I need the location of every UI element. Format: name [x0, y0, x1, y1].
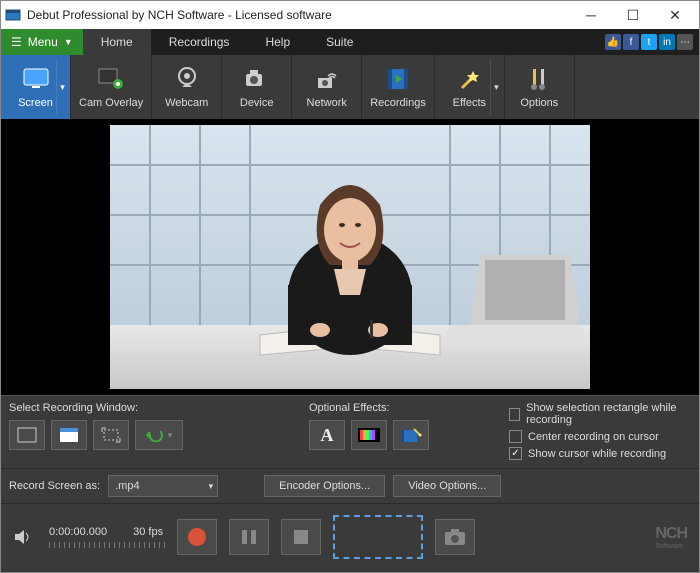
- tab-recordings[interactable]: Recordings: [151, 29, 248, 55]
- filter-effect-button[interactable]: [393, 420, 429, 450]
- fullscreen-button[interactable]: [9, 420, 45, 450]
- tool-network[interactable]: Network: [292, 55, 362, 119]
- chevron-down-icon: ▾: [168, 430, 173, 441]
- toolbar: Screen ▾ Cam Overlay Webcam Device Netwo…: [1, 55, 699, 119]
- tool-recordings[interactable]: Recordings: [362, 55, 435, 119]
- titlebar: Debut Professional by NCH Software - Lic…: [1, 1, 699, 29]
- menubar: ☰ Menu ▼ Home Recordings Help Suite 👍 f …: [1, 29, 699, 55]
- tool-options[interactable]: Options: [505, 55, 575, 119]
- app-icon: [5, 7, 21, 23]
- region-button[interactable]: [93, 420, 129, 450]
- webcam-icon: [173, 65, 201, 93]
- window-button[interactable]: [51, 420, 87, 450]
- chevron-down-icon: ▼: [64, 37, 73, 47]
- check-center-cursor[interactable]: Center recording on cursor: [509, 430, 691, 443]
- hamburger-icon: ☰: [11, 35, 22, 49]
- checkbox-icon: [509, 408, 520, 421]
- chevron-down-icon[interactable]: ▾: [490, 59, 502, 115]
- maximize-button[interactable]: ☐: [613, 3, 653, 27]
- thumbnail-slot-selected[interactable]: [333, 515, 423, 559]
- check-show-selection[interactable]: Show selection rectangle while recording: [509, 402, 691, 426]
- encoder-options-button[interactable]: Encoder Options...: [264, 475, 385, 497]
- menu-button[interactable]: ☰ Menu ▼: [1, 29, 83, 55]
- recordings-icon: [384, 65, 412, 93]
- time-display: 0:00:00.000 30 fps: [49, 526, 165, 548]
- device-icon: [243, 65, 271, 93]
- format-select[interactable]: .mp4▾: [108, 475, 218, 497]
- social-links: 👍 f t in ⋯: [605, 29, 699, 55]
- tab-suite[interactable]: Suite: [308, 29, 371, 55]
- record-settings-row: Record Screen as: .mp4▾ Encoder Options.…: [1, 468, 699, 503]
- options-icon: [525, 65, 553, 93]
- tool-webcam[interactable]: Webcam: [152, 55, 222, 119]
- select-window-group: Select Recording Window: ▾: [9, 402, 289, 464]
- tab-help[interactable]: Help: [247, 29, 308, 55]
- screen-icon: [22, 65, 50, 93]
- text-effect-button[interactable]: A: [309, 420, 345, 450]
- video-options-button[interactable]: Video Options...: [393, 475, 501, 497]
- record-button[interactable]: [177, 519, 217, 555]
- snapshot-button[interactable]: [435, 519, 475, 555]
- tool-screen[interactable]: Screen ▾: [1, 55, 71, 119]
- twitter-icon[interactable]: t: [641, 34, 657, 50]
- tool-device[interactable]: Device: [222, 55, 292, 119]
- timecode: 0:00:00.000: [49, 526, 107, 538]
- revert-button[interactable]: ▾: [135, 420, 183, 450]
- color-effect-button[interactable]: [351, 420, 387, 450]
- preview-content: [110, 125, 590, 389]
- select-window-label: Select Recording Window:: [9, 402, 289, 414]
- transport-bar: 0:00:00.000 30 fps NCHSoftware: [1, 503, 699, 572]
- check-show-cursor[interactable]: ✓Show cursor while recording: [509, 447, 691, 460]
- options-panel: Select Recording Window: ▾ Optional Effe…: [1, 395, 699, 468]
- checkbox-icon: [509, 430, 522, 443]
- tool-cam-overlay[interactable]: Cam Overlay: [71, 55, 152, 119]
- fps: 30 fps: [133, 526, 163, 538]
- linkedin-icon[interactable]: in: [659, 34, 675, 50]
- close-button[interactable]: ✕: [655, 3, 695, 27]
- minimize-button[interactable]: ─: [571, 3, 611, 27]
- effects-group: Optional Effects: A: [309, 402, 489, 464]
- timeline-ticks: [49, 542, 165, 548]
- stop-button[interactable]: [281, 519, 321, 555]
- tab-home[interactable]: Home: [83, 29, 151, 55]
- window-controls: ─ ☐ ✕: [571, 3, 695, 27]
- checkbox-group: Show selection rectangle while recording…: [509, 402, 691, 464]
- pause-button[interactable]: [229, 519, 269, 555]
- share-icon[interactable]: ⋯: [677, 34, 693, 50]
- chevron-down-icon: ▾: [209, 481, 214, 492]
- window-title: Debut Professional by NCH Software - Lic…: [27, 8, 571, 22]
- record-as-label: Record Screen as:: [9, 480, 100, 492]
- thumbs-up-icon[interactable]: 👍: [605, 34, 621, 50]
- network-icon: [313, 65, 341, 93]
- tool-effects[interactable]: Effects ▾: [435, 55, 505, 119]
- facebook-icon[interactable]: f: [623, 34, 639, 50]
- chevron-down-icon[interactable]: ▾: [56, 59, 68, 115]
- menu-label: Menu: [28, 35, 58, 49]
- cam-overlay-icon: [97, 65, 125, 93]
- nch-logo: NCHSoftware: [655, 525, 691, 550]
- sound-button[interactable]: [9, 525, 37, 549]
- checkbox-checked-icon: ✓: [509, 447, 522, 460]
- effects-label: Optional Effects:: [309, 402, 489, 414]
- app-window: Debut Professional by NCH Software - Lic…: [0, 0, 700, 573]
- effects-icon: [455, 65, 483, 93]
- preview-panel: [1, 119, 699, 395]
